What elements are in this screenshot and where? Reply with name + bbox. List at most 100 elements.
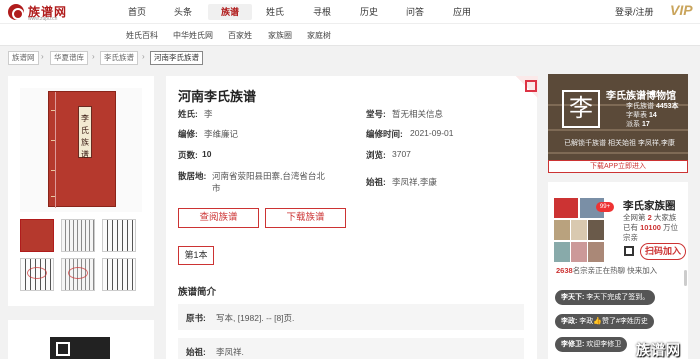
qr-corner-icon[interactable]	[516, 76, 538, 98]
hall-label: 堂号:	[366, 109, 386, 119]
chat-message: 李天下: 李天下完成了签到。	[555, 290, 656, 305]
edit-time-label: 编修时间:	[366, 129, 403, 139]
chat-user: 李政:	[561, 318, 578, 325]
sub-navigation: 姓氏百科 中华姓氏网 百家姓 家族圈 家庭树	[0, 24, 700, 46]
intro-row: 始祖: 李凤祥.	[178, 338, 524, 359]
surname-seal: 李	[562, 90, 600, 128]
nav-qa[interactable]: 问答	[402, 4, 428, 20]
intro-section-title: 族谱简介	[178, 287, 217, 298]
scan-join-button[interactable]: 扫码加入	[640, 243, 686, 260]
breadcrumb-separator: ›	[92, 52, 95, 61]
nav-home[interactable]: 首页	[124, 4, 150, 20]
top-navigation-bar: 族谱网 www.zupu.cn 首页 头条 族谱 姓氏 寻根 历史 问答 应用 …	[0, 0, 700, 24]
surname-value: 李	[204, 109, 213, 119]
logo-url: www.zupu.cn	[28, 16, 58, 22]
intro-value: 写本, [1982]. -- [8]页.	[216, 313, 295, 323]
rank-value: 2	[647, 213, 652, 222]
subnav-hundred-surnames[interactable]: 百家姓	[228, 30, 252, 41]
nav-history[interactable]: 历史	[356, 4, 382, 20]
qr-code-icon	[50, 337, 110, 359]
book-cover[interactable]: 李氏族谱	[20, 88, 142, 212]
edit-time-value: 2021-09-01	[410, 128, 454, 138]
collage-tile	[554, 242, 570, 262]
collage-tile	[588, 220, 604, 240]
chat-text: 李天下完成了签到。	[586, 294, 650, 301]
vip-badge[interactable]: VIP	[670, 2, 693, 18]
ancestor-value: 李凤祥,李康	[392, 177, 437, 187]
museum-footer: 已解锁千族谱 相关始祖 李凤祥,李康	[564, 140, 675, 147]
clan-members: 已有 10100 万位宗亲	[623, 223, 685, 243]
seal-mark	[27, 267, 47, 279]
museum-stat: 派系 17	[626, 119, 650, 129]
chat-user: 李修卫:	[561, 341, 585, 348]
subnav-family-circle[interactable]: 家族圈	[268, 30, 292, 41]
app-qr-card	[20, 320, 142, 359]
thumbnail-page[interactable]	[61, 219, 95, 252]
subnav-family-tree[interactable]: 家庭树	[307, 30, 331, 41]
collage-tile	[554, 198, 578, 218]
page-title: 河南李氏族谱	[178, 89, 257, 104]
clan-title[interactable]: 李氏家族圈	[623, 198, 676, 213]
breadcrumb-separator: ›	[142, 52, 145, 61]
clan-rank: 全网第 2 大家族	[623, 213, 685, 223]
shelf-decoration	[548, 129, 688, 131]
members-value: 10100	[640, 223, 661, 232]
stat-value: 4453本	[655, 103, 679, 110]
genealogy-museum-card[interactable]: 李 李氏族谱博物馆 李氏族谱 4453本 字辈表 14 派系 17 已解锁千族谱…	[548, 74, 688, 173]
stat-value: 14	[648, 112, 657, 119]
rank-prefix: 全网第	[623, 213, 646, 222]
chat-count-value: 2638	[556, 266, 573, 275]
views-label: 浏览:	[366, 150, 386, 160]
breadcrumb-li-genealogy[interactable]: 李氏族谱	[100, 51, 138, 65]
clan-circle-card: 99+ 李氏家族圈 全网第 2 大家族 已有 10100 万位宗亲 扫码加入 2…	[548, 182, 688, 359]
subnav-surname-wiki[interactable]: 姓氏百科	[126, 30, 158, 41]
editor-value: 李维廉记	[204, 129, 239, 139]
cover-stitch	[51, 170, 55, 171]
stat-value: 17	[641, 121, 650, 128]
collage-tile	[588, 242, 604, 262]
download-genealogy-button[interactable]: 下载族谱	[265, 208, 346, 228]
breadcrumb-library[interactable]: 华夏谱库	[50, 51, 88, 65]
rank-suffix: 大家族	[653, 213, 677, 222]
login-register-link[interactable]: 登录/注册	[615, 5, 654, 18]
thumbnail-page[interactable]	[102, 258, 136, 291]
nav-apps[interactable]: 应用	[449, 4, 475, 20]
scrollbar[interactable]	[684, 270, 687, 286]
site-logo[interactable]: 族谱网 www.zupu.cn	[8, 2, 98, 22]
view-genealogy-button[interactable]: 查阅族谱	[178, 208, 259, 228]
chat-count: 2638名宗亲正在热聊 快来加入	[556, 265, 657, 276]
surname-label: 姓氏:	[178, 109, 198, 119]
cover-title-label: 李氏族谱	[78, 106, 92, 159]
nav-surname[interactable]: 姓氏	[262, 4, 288, 20]
chat-text: 李政👍赞了#李姓历史	[579, 318, 648, 325]
thumbnail-page[interactable]	[20, 258, 54, 291]
stat-label: 李氏族谱	[626, 103, 654, 110]
chat-text: 欢迎李修卫	[586, 341, 622, 348]
cover-stitch	[51, 110, 55, 111]
nav-headlines[interactable]: 头条	[170, 4, 196, 20]
nav-roots[interactable]: 寻根	[309, 4, 335, 20]
download-app-link[interactable]: 下载APP立即进入	[548, 160, 688, 173]
thumbnail-page[interactable]	[61, 258, 95, 291]
place-value: 河南省荥阳县田寨,台湾省台北市	[212, 171, 325, 193]
thumbnail-page[interactable]	[102, 219, 136, 252]
breadcrumb-home[interactable]: 族谱网	[8, 51, 39, 65]
subnav-chinese-surname[interactable]: 中华姓氏网	[173, 30, 213, 41]
intro-value: 李凤祥.	[216, 347, 244, 357]
stat-label: 派系	[626, 121, 640, 128]
museum-title: 李氏族谱博物馆	[606, 91, 676, 102]
ancestor-label: 始祖:	[366, 177, 386, 187]
nav-genealogy[interactable]: 族谱	[208, 4, 252, 20]
qr-scan-icon	[624, 246, 634, 256]
collage-tile	[554, 220, 570, 240]
intro-key: 原书:	[186, 313, 206, 323]
hall-value: 暂无相关信息	[392, 109, 444, 119]
views-value: 3707	[392, 149, 411, 159]
chat-message: 李修卫: 欢迎李修卫	[555, 337, 628, 352]
collage-tile	[571, 220, 587, 240]
thumbnail-cover[interactable]	[20, 219, 54, 252]
cover-stitch	[51, 196, 55, 197]
site-watermark: 族谱网	[636, 342, 681, 358]
volume-tab[interactable]: 第1本	[178, 246, 214, 265]
cover-stitch	[51, 140, 55, 141]
